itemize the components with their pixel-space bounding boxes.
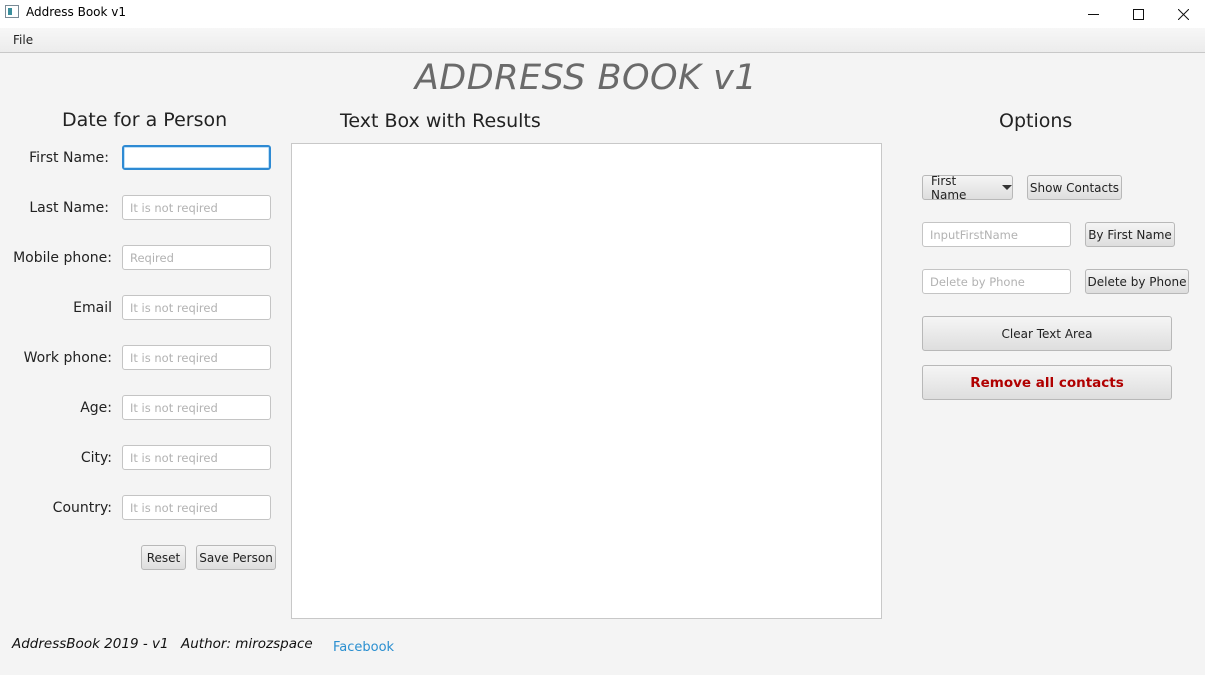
age-label: Age:	[80, 400, 112, 416]
city-field[interactable]	[122, 445, 271, 470]
menu-file[interactable]: File	[13, 33, 33, 47]
email-label: Email	[73, 300, 112, 316]
clear-text-area-button[interactable]: Clear Text Area	[922, 316, 1172, 351]
window-title: Address Book v1	[26, 5, 127, 19]
search-first-name-input[interactable]	[922, 222, 1071, 247]
chevron-down-icon	[1002, 185, 1012, 190]
work-phone-label: Work phone:	[23, 350, 112, 366]
first-name-field[interactable]	[122, 145, 271, 170]
options-section-title: Options	[999, 110, 1073, 132]
delete-by-phone-button[interactable]: Delete by Phone	[1085, 269, 1189, 294]
save-person-button[interactable]: Save Person	[196, 545, 276, 570]
country-label: Country:	[52, 500, 112, 516]
maximize-icon[interactable]	[1115, 0, 1161, 28]
facebook-link[interactable]: Facebook	[333, 640, 394, 655]
footer-author: Author: mirozspace	[181, 636, 313, 652]
person-section-title: Date for a Person	[62, 109, 228, 131]
page-title: ADDRESS BOOK v1	[414, 58, 758, 98]
results-section-title: Text Box with Results	[340, 110, 541, 132]
city-label: City:	[80, 450, 112, 466]
work-phone-field[interactable]	[122, 345, 271, 370]
footer-version: AddressBook 2019 - v1	[12, 636, 169, 652]
email-field[interactable]	[122, 295, 271, 320]
window-titlebar	[0, 0, 1205, 28]
country-field[interactable]	[122, 495, 271, 520]
mobile-phone-field[interactable]	[122, 245, 271, 270]
last-name-label: Last Name:	[29, 200, 109, 216]
remove-all-contacts-button[interactable]: Remove all contacts	[922, 365, 1172, 400]
mobile-phone-label: Mobile phone:	[13, 250, 112, 266]
show-contacts-button[interactable]: Show Contacts	[1027, 175, 1122, 200]
by-first-name-button[interactable]: By First Name	[1085, 222, 1175, 247]
reset-button[interactable]: Reset	[141, 545, 186, 570]
app-icon	[5, 5, 19, 18]
menu-bar	[0, 28, 1205, 53]
age-field[interactable]	[122, 395, 271, 420]
first-name-label: First Name:	[29, 150, 109, 166]
sort-field-dropdown[interactable]: First Name	[922, 173, 1013, 202]
sort-field-value: First Name	[931, 173, 967, 202]
last-name-field[interactable]	[122, 195, 271, 220]
delete-phone-input[interactable]	[922, 269, 1071, 294]
results-text-area[interactable]	[291, 143, 882, 619]
minimize-icon[interactable]	[1070, 0, 1116, 28]
close-icon[interactable]	[1160, 0, 1205, 28]
